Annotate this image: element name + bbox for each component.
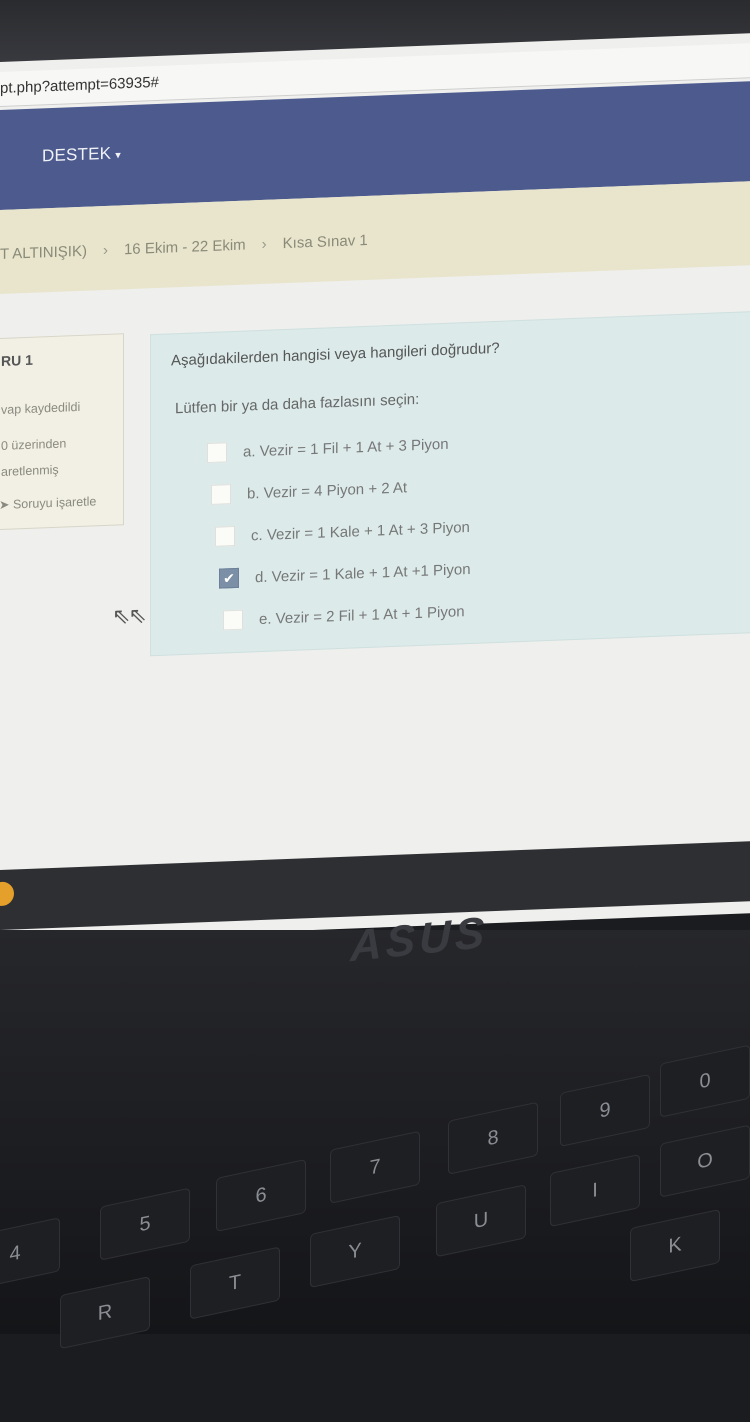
checkbox-d[interactable]: ✔	[219, 567, 239, 589]
checkbox-b[interactable]	[211, 484, 231, 505]
support-menu-label: DESTEK	[42, 143, 112, 166]
question-info-panel: RU 1 vap kaydedildi 0 üzerinden aretlenm…	[0, 333, 124, 531]
option-c[interactable]: c. Vezir = 1 Kale + 1 At + 3 Piyon	[215, 517, 470, 547]
checkbox-c[interactable]	[215, 525, 235, 547]
key-4[interactable]: 4	[0, 1217, 60, 1291]
question-number: RU 1	[1, 351, 33, 369]
answer-status: vap kaydedildi	[1, 399, 81, 417]
option-b[interactable]: b. Vezir = 4 Piyon + 2 At	[211, 477, 407, 505]
key-r[interactable]: R	[60, 1276, 150, 1350]
key-6[interactable]: 6	[216, 1158, 306, 1233]
screen: pt.php?attempt=63935# DESTEK ▾ T ALTINIŞI…	[0, 33, 750, 942]
checkmark-icon: ✔	[223, 569, 235, 586]
breadcrumb-item-course[interactable]: T ALTINIŞIK)	[0, 243, 87, 263]
option-a-label: a. Vezir = 1 Fil + 1 At + 3 Piyon	[243, 435, 449, 461]
question-card: Aşağıdakilerden hangisi veya hangileri d…	[150, 310, 750, 657]
caret-down-icon: ▾	[115, 149, 121, 162]
marked-status: aretlenmiş	[1, 462, 59, 479]
option-e-label: e. Vezir = 2 Fil + 1 At + 1 Piyon	[259, 602, 465, 628]
url-text: pt.php?attempt=63935#	[0, 73, 159, 97]
option-c-label: c. Vezir = 1 Kale + 1 At + 3 Piyon	[251, 518, 470, 544]
option-b-label: b. Vezir = 4 Piyon + 2 At	[247, 478, 408, 503]
mouse-pointer-icon: ⇖⇖	[112, 602, 145, 629]
option-a[interactable]: a. Vezir = 1 Fil + 1 At + 3 Piyon	[207, 434, 449, 464]
breadcrumb-item-week[interactable]: 16 Ekim - 22 Ekim	[124, 237, 246, 259]
flag-icon: ➤	[0, 497, 10, 513]
checkbox-e[interactable]	[223, 609, 243, 631]
key-9[interactable]: 9	[560, 1073, 650, 1147]
question-prompt: Lütfen bir ya da daha fazlasını seçin:	[175, 390, 420, 418]
question-text: Aşağıdakilerden hangisi veya hangileri d…	[171, 339, 500, 370]
breadcrumb-item-quiz[interactable]: Kısa Sınav 1	[283, 232, 368, 252]
key-5[interactable]: 5	[100, 1187, 190, 1261]
flag-question-link[interactable]: ➤ Soruyu işaretle	[0, 493, 96, 512]
support-menu[interactable]: DESTEK ▾	[42, 143, 121, 166]
breadcrumb-separator-icon: ›	[102, 241, 108, 260]
breadcrumb: T ALTINIŞIK) › 16 Ekim - 22 Ekim › Kısa …	[0, 232, 368, 263]
checkbox-a[interactable]	[207, 442, 227, 464]
key-7[interactable]: 7	[330, 1130, 420, 1204]
option-e[interactable]: e. Vezir = 2 Fil + 1 At + 1 Piyon	[223, 601, 465, 631]
key-0[interactable]: 0	[660, 1044, 750, 1118]
option-d[interactable]: ✔ d. Vezir = 1 Kale + 1 At +1 Piyon	[219, 559, 471, 589]
browser-taskbar-icon[interactable]	[0, 881, 14, 907]
key-8[interactable]: 8	[448, 1101, 538, 1175]
breadcrumb-separator-icon: ›	[261, 235, 267, 253]
option-d-label: d. Vezir = 1 Kale + 1 At +1 Piyon	[255, 560, 471, 586]
question-points: 0 üzerinden	[1, 436, 67, 453]
flag-question-label: Soruyu işaretle	[12, 494, 97, 512]
